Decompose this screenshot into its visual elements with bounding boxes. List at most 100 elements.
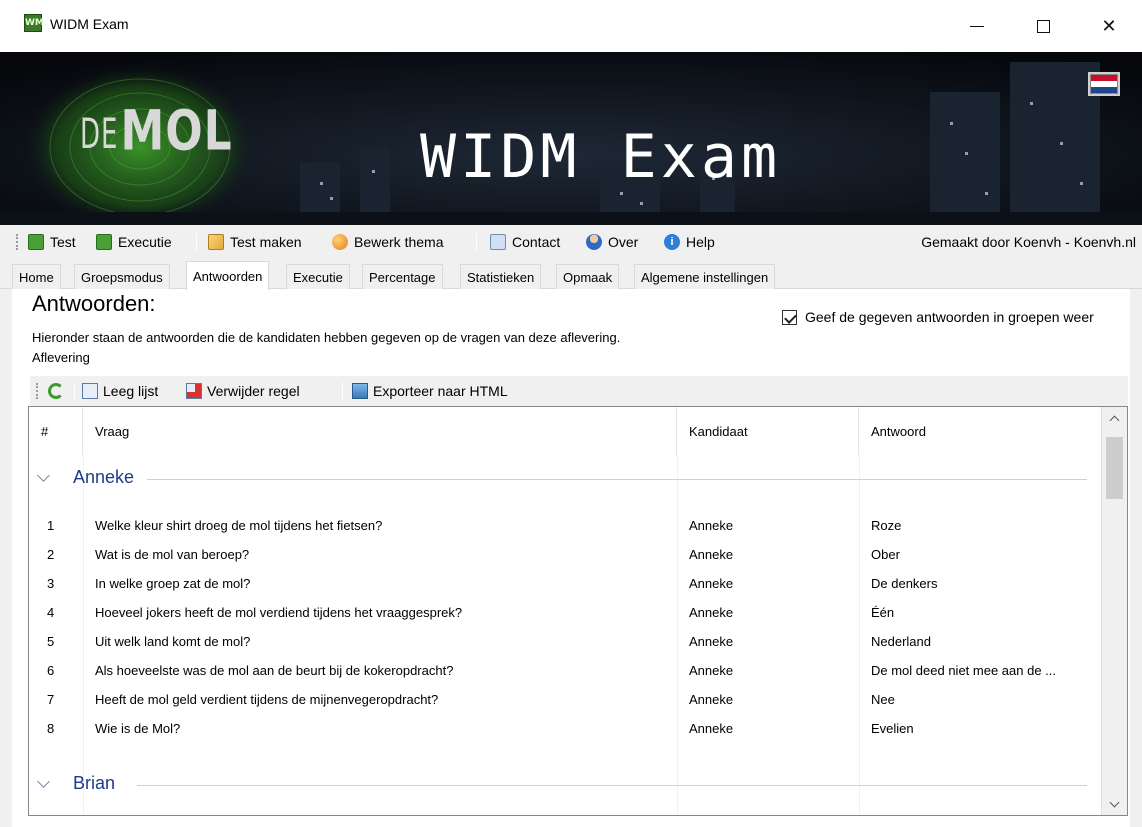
scrollbar-thumb[interactable] xyxy=(1106,437,1123,499)
maximize-button[interactable] xyxy=(1020,0,1066,52)
group-answers-checkbox[interactable]: Geef de gegeven antwoorden in groepen we… xyxy=(782,309,1094,325)
table-row[interactable]: 6 Als hoeveelste was de mol aan de beurt … xyxy=(29,656,1101,685)
row-question: Uit welk land komt de mol? xyxy=(95,634,251,649)
column-header-number[interactable]: # xyxy=(29,407,83,455)
answers-listview[interactable]: # Vraag Kandidaat Antwoord Anneke 1 Welke … xyxy=(28,406,1128,816)
chevron-down-icon[interactable] xyxy=(37,469,50,482)
row-candidate: Anneke xyxy=(689,605,734,620)
row-number: 5 xyxy=(47,634,55,649)
menu-test-label: Test xyxy=(50,234,76,250)
header-banner: DEMOL WIDM Exam xyxy=(0,52,1142,225)
tab-executie[interactable]: Executie xyxy=(286,264,350,289)
play-green-icon xyxy=(28,234,44,250)
page-description: Hieronder staan de antwoorden die de kan… xyxy=(32,330,621,345)
group-header[interactable]: Anneke xyxy=(29,461,1101,497)
export-html-icon xyxy=(352,383,368,399)
listview-header: # Vraag Kandidaat Antwoord xyxy=(29,407,1101,455)
close-button[interactable]: ✕ xyxy=(1086,0,1132,52)
group-header[interactable]: Brian xyxy=(29,767,1101,803)
antwoorden-panel: Antwoorden: Hieronder staan de antwoorde… xyxy=(12,289,1130,827)
table-row[interactable]: 5 Uit welk land komt de mol? Anneke Nederla… xyxy=(29,627,1101,656)
row-number: 7 xyxy=(47,692,55,707)
table-row[interactable]: 8 Wie is de Mol? Anneke Evelien xyxy=(29,714,1101,743)
menu-help-label: Help xyxy=(686,234,715,250)
table-row[interactable]: 1 Welke kleur shirt droeg de mol tijdens … xyxy=(29,511,1101,540)
export-html-button[interactable]: Exporteer naar HTML xyxy=(352,381,508,401)
tab-home[interactable]: Home xyxy=(12,264,61,289)
group-answers-label: Geef de gegeven antwoorden in groepen we… xyxy=(805,309,1094,325)
tab-antwoorden[interactable]: Antwoorden xyxy=(186,261,270,290)
row-answer: De mol deed niet mee aan de ... xyxy=(871,663,1057,678)
row-candidate: Anneke xyxy=(689,576,734,591)
export-html-label: Exporteer naar HTML xyxy=(373,383,508,399)
row-answer: Één xyxy=(871,605,895,620)
toolbar-grip[interactable] xyxy=(16,234,18,250)
list-toolbar: Leeg lijst Verwijder regel Exporteer naa… xyxy=(30,376,1128,406)
toolbar-separator xyxy=(74,382,75,400)
info-icon: i xyxy=(664,234,680,250)
edit-test-icon xyxy=(208,234,224,250)
logo-de-text: DE xyxy=(80,111,119,159)
menu-contact-label: Contact xyxy=(512,234,561,250)
row-number: 2 xyxy=(47,547,55,562)
tab-groepsmodus[interactable]: Groepsmodus xyxy=(74,264,170,289)
row-candidate: Anneke xyxy=(689,721,734,736)
chevron-down-icon[interactable] xyxy=(37,775,50,788)
chevron-up-icon xyxy=(1109,415,1120,425)
minimize-button[interactable] xyxy=(954,0,1000,52)
tab-percentage[interactable]: Percentage xyxy=(362,264,443,289)
refresh-button[interactable] xyxy=(48,381,69,401)
row-question: Wat is de mol van beroep? xyxy=(95,547,250,562)
menu-contact[interactable]: Contact xyxy=(490,232,560,252)
scroll-down-button[interactable] xyxy=(1102,793,1127,815)
menu-bewerk-thema[interactable]: Bewerk thema xyxy=(332,232,443,252)
tab-statistieken[interactable]: Statistieken xyxy=(460,264,542,289)
menu-test-maken-label: Test maken xyxy=(230,234,302,250)
menu-separator xyxy=(476,233,477,251)
row-question: Hoeveel jokers heeft de mol verdiend tij… xyxy=(95,605,463,620)
app-icon: WM xyxy=(24,14,44,32)
menu-over[interactable]: Over xyxy=(586,232,638,252)
delete-row-icon xyxy=(186,383,202,399)
clear-list-button[interactable]: Leeg lijst xyxy=(82,381,158,401)
menu-help[interactable]: i Help xyxy=(664,232,715,252)
app-window: WM WIDM Exam ✕ DEMOL WIDM Exam Test Exec… xyxy=(0,0,1142,827)
row-candidate: Anneke xyxy=(689,692,734,707)
row-candidate: Anneke xyxy=(689,634,734,649)
row-question: Wie is de Mol? xyxy=(95,721,181,736)
chevron-down-icon xyxy=(1109,797,1120,807)
row-number: 3 xyxy=(47,576,55,591)
row-candidate: Anneke xyxy=(689,547,734,562)
tab-opmaak[interactable]: Opmaak xyxy=(556,264,620,289)
tab-algemene-instellingen[interactable]: Algemene instellingen xyxy=(634,264,776,289)
table-row[interactable]: 3 In welke groep zat de mol? Anneke De denk… xyxy=(29,569,1101,598)
table-row[interactable]: 4 Hoeveel jokers heeft de mol verdiend ti… xyxy=(29,598,1101,627)
row-question: Heeft de mol geld verdient tijdens de mi… xyxy=(95,692,439,707)
row-answer: Nee xyxy=(871,692,895,707)
menu-test[interactable]: Test xyxy=(28,232,76,252)
table-row[interactable]: 2 Wat is de mol van beroep? Anneke Ober xyxy=(29,540,1101,569)
toolbar-grip[interactable] xyxy=(36,383,38,399)
menu-executie[interactable]: Executie xyxy=(96,232,172,252)
menu-executie-label: Executie xyxy=(118,234,172,250)
column-header-antwoord[interactable]: Antwoord xyxy=(859,407,1101,455)
menu-toolbar: Test Executie Test maken Bewerk thema Co… xyxy=(0,225,1142,259)
menu-test-maken[interactable]: Test maken xyxy=(208,232,302,252)
demol-logo: DEMOL xyxy=(80,99,233,163)
user-icon xyxy=(586,234,602,250)
column-header-vraag[interactable]: Vraag xyxy=(83,407,677,455)
banner-title: WIDM Exam xyxy=(420,122,782,192)
row-question: In welke groep zat de mol? xyxy=(95,576,251,591)
table-row[interactable]: 7 Heeft de mol geld verdient tijdens de m… xyxy=(29,685,1101,714)
vertical-scrollbar[interactable] xyxy=(1101,407,1127,815)
flag-nl-icon[interactable] xyxy=(1090,74,1118,94)
scroll-up-button[interactable] xyxy=(1102,407,1127,429)
credit-link[interactable]: Gemaakt door Koenvh - Koenvh.nl xyxy=(921,234,1136,250)
logo-mol-text: MOL xyxy=(120,99,233,163)
row-number: 4 xyxy=(47,605,55,620)
delete-row-button[interactable]: Verwijder regel xyxy=(186,381,300,401)
column-header-kandidaat[interactable]: Kandidaat xyxy=(677,407,859,455)
checkbox-checked-icon[interactable] xyxy=(782,309,797,325)
group-name: Brian xyxy=(73,773,116,793)
row-question: Als hoeveelste was de mol aan de beurt b… xyxy=(95,663,454,678)
